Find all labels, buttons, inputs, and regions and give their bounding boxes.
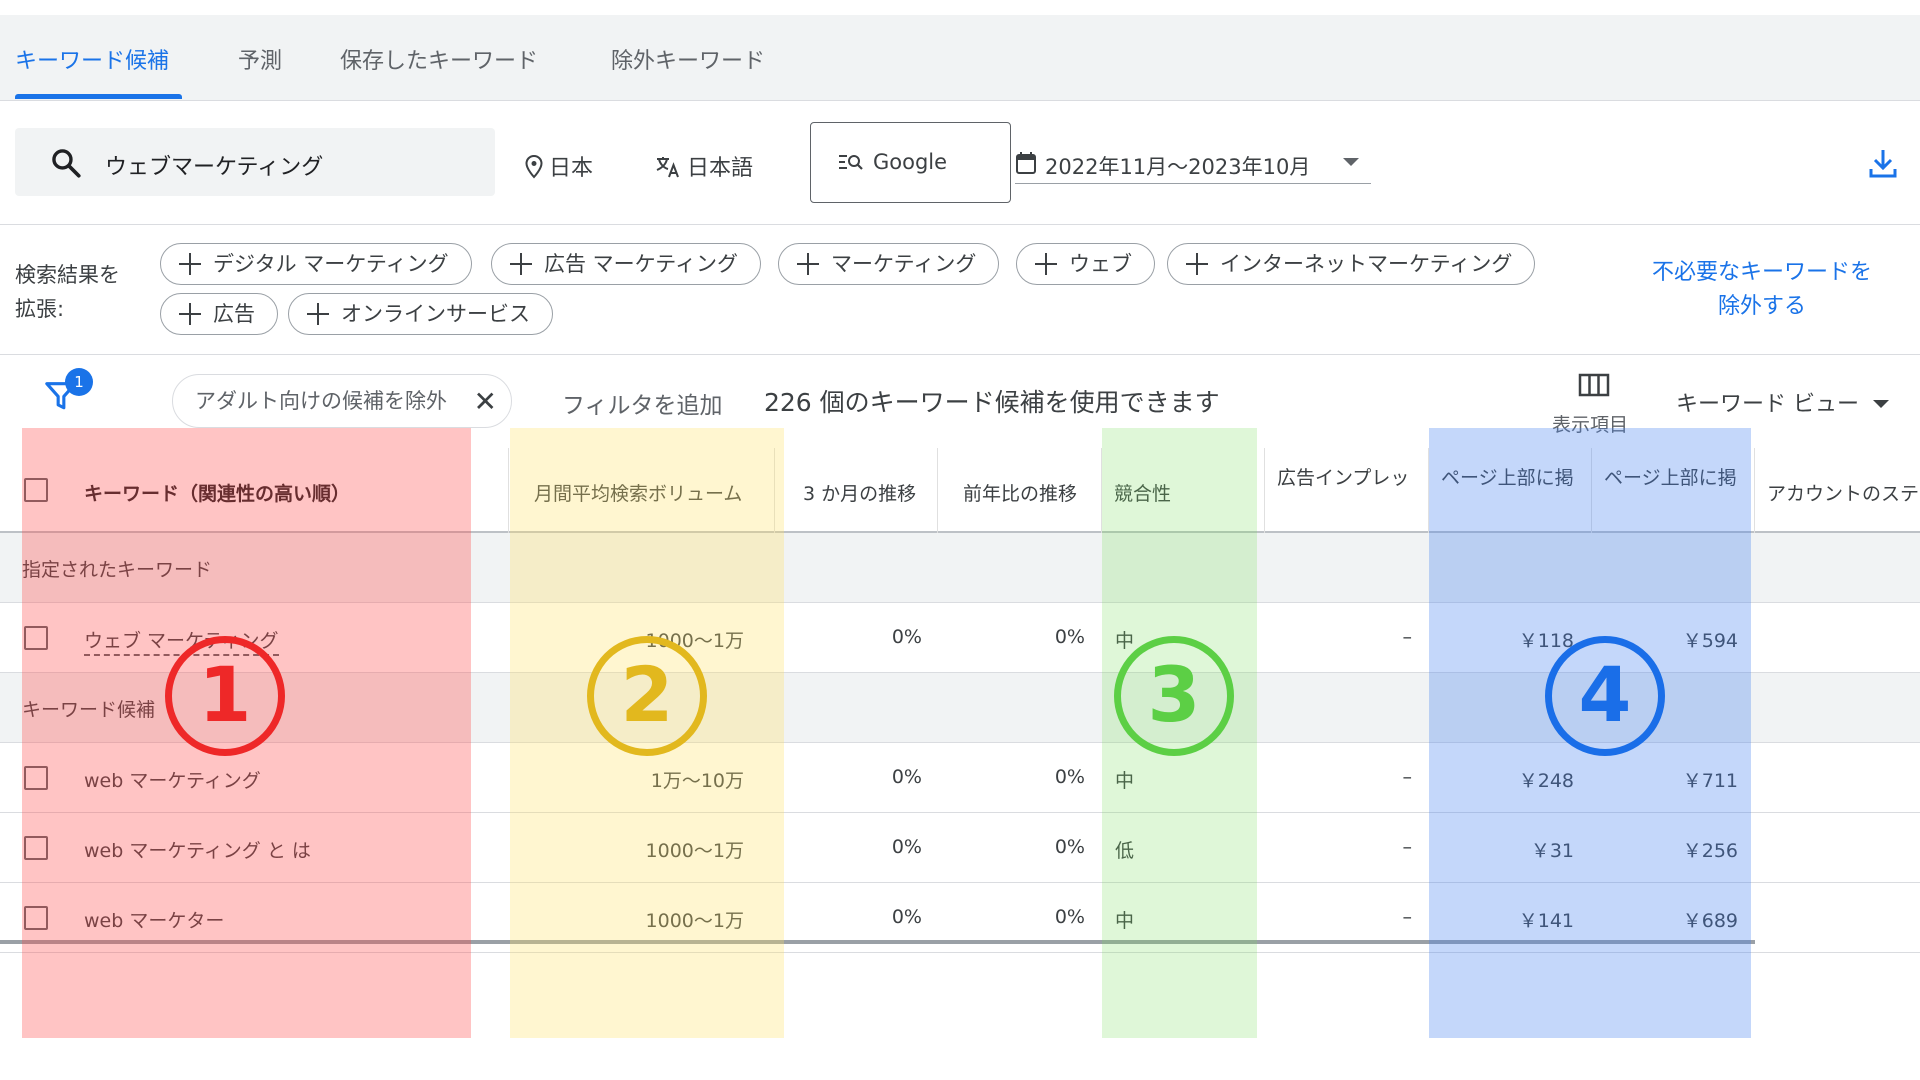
three-month-cell: 0% <box>891 766 922 788</box>
chip-label: インターネットマーケティング <box>1220 252 1513 276</box>
language-label: 日本語 <box>687 156 754 181</box>
yoy-cell: 0% <box>1054 906 1085 928</box>
search-icon <box>52 149 81 178</box>
plus-icon <box>179 253 201 275</box>
location-label: 日本 <box>549 156 594 181</box>
exclude-link-line1: 不必要なキーワードを <box>1651 260 1872 285</box>
chevron-down-icon <box>1343 158 1359 166</box>
divider <box>0 224 1920 225</box>
impression-cell: – <box>1402 626 1413 648</box>
expand-chip-digital-marketing[interactable]: デジタル マーケティング <box>160 243 472 285</box>
yoy-cell: 0% <box>1054 626 1085 648</box>
plus-icon <box>1035 253 1057 275</box>
columns-icon[interactable] <box>1578 372 1610 398</box>
add-filter-button[interactable]: フィルタを追加 <box>562 386 723 420</box>
annotation-badge-1: 1 <box>165 636 285 756</box>
divider <box>0 354 1920 355</box>
impression-cell: – <box>1402 836 1413 858</box>
calendar-icon <box>1016 152 1036 174</box>
tab-saved-keywords[interactable]: 保存したキーワード <box>340 43 538 75</box>
yoy-cell: 0% <box>1054 766 1085 788</box>
chip-label: 広告 <box>213 302 255 326</box>
tab-bar: キーワード候補 予測 保存したキーワード 除外キーワード <box>0 15 1920 101</box>
column-header-yoy[interactable]: 前年比の推移 <box>963 448 1093 531</box>
keyword-view-dropdown[interactable]: キーワード ビュー <box>1676 386 1889 418</box>
expand-results-label: 検索結果を 拡張: <box>15 258 120 326</box>
chip-label: デジタル マーケティング <box>213 252 449 276</box>
plus-icon <box>179 303 201 325</box>
adult-filter-chip[interactable]: アダルト向けの候補を除外 ✕ <box>172 374 512 428</box>
expand-chip-internet-marketing[interactable]: インターネットマーケティング <box>1167 243 1536 285</box>
three-month-cell: 0% <box>891 836 922 858</box>
chevron-down-icon <box>1873 400 1889 408</box>
column-header-3month[interactable]: 3 か月の推移 <box>803 448 933 531</box>
download-icon[interactable] <box>1868 147 1898 179</box>
close-icon[interactable]: ✕ <box>474 376 497 428</box>
impression-cell: – <box>1402 766 1413 788</box>
location-pin-icon <box>525 154 543 179</box>
keyword-view-label: キーワード ビュー <box>1676 392 1859 417</box>
column-header-impression-share[interactable]: 広告インプレッ <box>1277 448 1417 531</box>
yoy-cell: 0% <box>1054 836 1085 858</box>
chip-label: 広告 マーケティング <box>544 252 738 276</box>
active-tab-indicator <box>15 94 182 99</box>
tab-keyword-ideas[interactable]: キーワード候補 <box>15 43 169 75</box>
expand-label-line1: 検索結果を <box>15 263 120 287</box>
annotation-badge-4: 4 <box>1545 636 1665 756</box>
plus-icon <box>797 253 819 275</box>
search-engine-icon <box>839 155 863 170</box>
search-query-text: ウェブマーケティング <box>105 155 324 180</box>
keyword-search-box[interactable]: ウェブマーケティング <box>15 128 495 196</box>
search-engine-label: Google <box>873 150 948 174</box>
filter-count-badge: 1 <box>65 368 93 396</box>
expand-chip-ad-marketing[interactable]: 広告 マーケティング <box>491 243 761 285</box>
keyword-count-text: 226 個のキーワード候補を使用できます <box>764 388 1220 417</box>
chip-label: マーケティング <box>831 252 977 276</box>
search-engine-button[interactable]: Google <box>810 122 1011 203</box>
three-month-cell: 0% <box>891 906 922 928</box>
expand-chip-marketing[interactable]: マーケティング <box>778 243 1000 285</box>
translate-icon <box>656 157 679 178</box>
annotation-badge-2: 2 <box>587 636 707 756</box>
expand-label-line2: 拡張: <box>15 297 65 321</box>
expand-chip-online-service[interactable]: オンラインサービス <box>288 293 553 335</box>
three-month-cell: 0% <box>891 626 922 648</box>
exclude-keywords-link[interactable]: 不必要なキーワードを 除外する <box>1630 256 1894 324</box>
date-range-selector[interactable]: 2022年11月〜2023年10月 <box>1015 150 1371 184</box>
chip-label: ウェブ <box>1069 252 1132 276</box>
date-range-label: 2022年11月〜2023年10月 <box>1045 155 1311 179</box>
keyword-planner-page: キーワード候補 予測 保存したキーワード 除外キーワード ウェブマーケティング … <box>0 0 1920 1080</box>
annotation-badge-3: 3 <box>1114 636 1234 756</box>
expand-chip-web[interactable]: ウェブ <box>1016 243 1155 285</box>
column-header-account-status[interactable]: アカウントのステ <box>1767 448 1920 531</box>
language-selector[interactable]: 日本語 <box>655 150 753 182</box>
chip-label: オンラインサービス <box>341 302 530 326</box>
expand-chip-advertising[interactable]: 広告 <box>160 293 278 335</box>
location-selector[interactable]: 日本 <box>525 150 593 182</box>
tab-negative-keywords[interactable]: 除外キーワード <box>611 43 765 75</box>
plus-icon <box>307 303 329 325</box>
tab-forecast[interactable]: 予測 <box>238 43 282 75</box>
plus-icon <box>510 253 532 275</box>
exclude-link-line2: 除外する <box>1717 294 1806 319</box>
filter-chip-label: アダルト向けの候補を除外 <box>195 389 447 413</box>
impression-cell: – <box>1402 906 1413 928</box>
plus-icon <box>1186 253 1208 275</box>
